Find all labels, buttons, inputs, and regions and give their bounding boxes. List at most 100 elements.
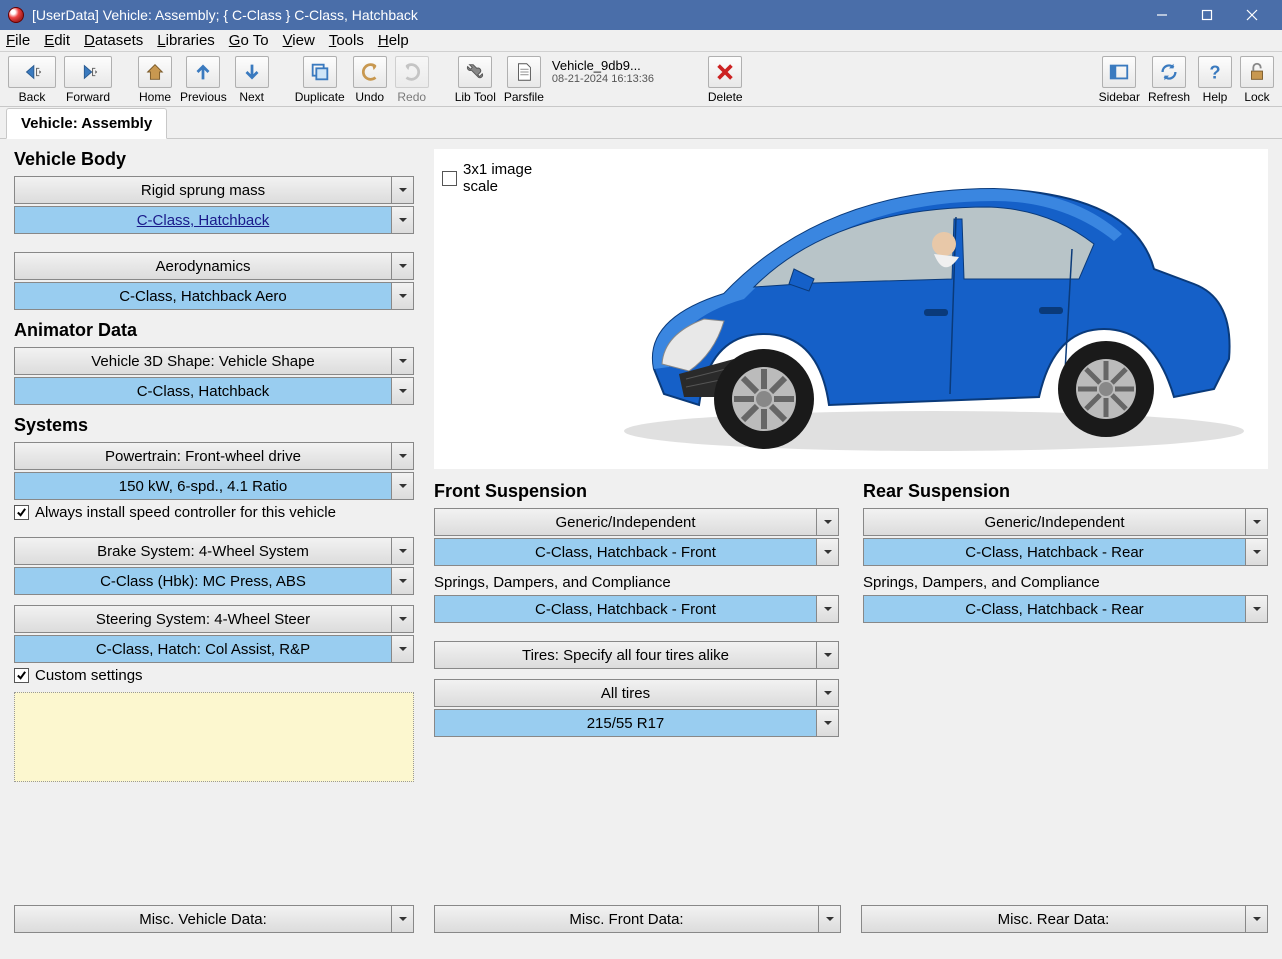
front-type-combo[interactable]: Generic/Independent (434, 508, 839, 536)
delete-button[interactable]: Delete (708, 56, 743, 104)
front-sdc-combo[interactable]: C-Class, Hatchback - Front (434, 595, 839, 623)
speed-controller-checkbox[interactable]: Always install speed controller for this… (14, 504, 414, 521)
left-panel: Vehicle Body Rigid sprung mass C-Class, … (14, 149, 414, 949)
front-suspension-heading: Front Suspension (434, 481, 839, 502)
tab-vehicle-assembly[interactable]: Vehicle: Assembly (6, 108, 167, 139)
lock-button[interactable]: Lock (1240, 56, 1274, 104)
parsfile-name: Vehicle_9db9... (552, 58, 662, 73)
menu-libraries[interactable]: Libraries (157, 32, 215, 49)
chevron-down-icon[interactable] (392, 206, 414, 234)
image-scale-checkbox[interactable]: 3x1 image scale (442, 161, 533, 195)
chevron-down-icon[interactable] (392, 567, 414, 595)
car-icon (594, 149, 1274, 469)
chevron-down-icon[interactable] (392, 537, 414, 565)
chevron-down-icon[interactable] (817, 508, 839, 536)
undo-button[interactable]: Undo (353, 56, 387, 104)
rear-sdc-label: Springs, Dampers, and Compliance (863, 574, 1268, 591)
rigid-sprung-value[interactable]: C-Class, Hatchback (14, 206, 414, 234)
chevron-down-icon[interactable] (1246, 905, 1268, 933)
right-panel: 3x1 image scale (434, 149, 1268, 949)
window-titlebar: [UserData] Vehicle: Assembly; { C-Class … (0, 0, 1282, 30)
menu-help[interactable]: Help (378, 32, 409, 49)
chevron-down-icon[interactable] (392, 282, 414, 310)
rigid-sprung-combo[interactable]: Rigid sprung mass (14, 176, 414, 204)
menu-goto[interactable]: Go To (229, 32, 269, 49)
powertrain-combo[interactable]: Powertrain: Front-wheel drive (14, 442, 414, 470)
content-area: Vehicle Body Rigid sprung mass C-Class, … (0, 139, 1282, 959)
tires-size-combo[interactable]: 215/55 R17 (434, 709, 839, 737)
steering-combo[interactable]: Steering System: 4-Wheel Steer (14, 605, 414, 633)
brake-value[interactable]: C-Class (Hbk): MC Press, ABS (14, 567, 414, 595)
chevron-down-icon[interactable] (817, 641, 839, 669)
steering-value[interactable]: C-Class, Hatch: Col Assist, R&P (14, 635, 414, 663)
previous-button[interactable]: Previous (180, 56, 227, 104)
custom-settings-textarea[interactable] (14, 692, 414, 782)
menu-bar: File Edit Datasets Libraries Go To View … (0, 30, 1282, 52)
chevron-down-icon[interactable] (817, 679, 839, 707)
chevron-down-icon[interactable] (392, 605, 414, 633)
parsfile-info: Vehicle_9db9... 08-21-2024 16:13:36 (552, 56, 662, 85)
chevron-down-icon[interactable] (817, 709, 839, 737)
menu-view[interactable]: View (283, 32, 315, 49)
forward-button[interactable]: Forward (64, 56, 112, 104)
parsfile-button[interactable]: Parsfile (504, 56, 544, 104)
rear-sdc-combo[interactable]: C-Class, Hatchback - Rear (863, 595, 1268, 623)
front-value-combo[interactable]: C-Class, Hatchback - Front (434, 538, 839, 566)
vehicle-preview: 3x1 image scale (434, 149, 1268, 469)
chevron-down-icon[interactable] (1246, 508, 1268, 536)
misc-front-combo[interactable]: Misc. Front Data: (434, 905, 841, 933)
window-title: [UserData] Vehicle: Assembly; { C-Class … (32, 7, 1139, 23)
aero-value[interactable]: C-Class, Hatchback Aero (14, 282, 414, 310)
tab-strip: Vehicle: Assembly (0, 107, 1282, 139)
rigid-sprung-label: Rigid sprung mass (14, 176, 392, 204)
chevron-down-icon[interactable] (1246, 538, 1268, 566)
chevron-down-icon[interactable] (392, 905, 414, 933)
tires-all-combo[interactable]: All tires (434, 679, 839, 707)
chevron-down-icon[interactable] (392, 472, 414, 500)
home-button[interactable]: Home (138, 56, 172, 104)
redo-button[interactable]: Redo (395, 56, 429, 104)
maximize-button[interactable] (1184, 0, 1229, 30)
menu-edit[interactable]: Edit (44, 32, 70, 49)
powertrain-value[interactable]: 150 kW, 6-spd., 4.1 Ratio (14, 472, 414, 500)
chevron-down-icon[interactable] (392, 377, 414, 405)
menu-file[interactable]: File (6, 32, 30, 49)
libtool-button[interactable]: Lib Tool (455, 56, 496, 104)
custom-settings-checkbox[interactable]: Custom settings (14, 667, 414, 684)
duplicate-button[interactable]: Duplicate (295, 56, 345, 104)
misc-rear-combo[interactable]: Misc. Rear Data: (861, 905, 1268, 933)
shape-value[interactable]: C-Class, Hatchback (14, 377, 414, 405)
chevron-down-icon[interactable] (392, 442, 414, 470)
toolbar: Back Forward Home Previous Next Duplicat… (0, 52, 1282, 107)
sidebar-button[interactable]: Sidebar (1099, 56, 1140, 104)
aero-combo[interactable]: Aerodynamics (14, 252, 414, 280)
chevron-down-icon[interactable] (392, 176, 414, 204)
chevron-down-icon[interactable] (817, 538, 839, 566)
help-button[interactable]: ? Help (1198, 56, 1232, 104)
menu-tools[interactable]: Tools (329, 32, 364, 49)
rear-type-combo[interactable]: Generic/Independent (863, 508, 1268, 536)
front-sdc-label: Springs, Dampers, and Compliance (434, 574, 839, 591)
chevron-down-icon[interactable] (392, 635, 414, 663)
svg-text:?: ? (1209, 61, 1220, 82)
misc-vehicle-combo[interactable]: Misc. Vehicle Data: (14, 905, 414, 933)
shape-combo[interactable]: Vehicle 3D Shape: Vehicle Shape (14, 347, 414, 375)
chevron-down-icon[interactable] (1246, 595, 1268, 623)
menu-datasets[interactable]: Datasets (84, 32, 143, 49)
chevron-down-icon[interactable] (819, 905, 841, 933)
close-button[interactable] (1229, 0, 1274, 30)
back-button[interactable]: Back (8, 56, 56, 104)
next-button[interactable]: Next (235, 56, 269, 104)
chevron-down-icon[interactable] (392, 252, 414, 280)
tires-spec-combo[interactable]: Tires: Specify all four tires alike (434, 641, 839, 669)
rear-suspension-panel: Rear Suspension Generic/Independent C-Cl… (863, 481, 1268, 739)
rear-value-combo[interactable]: C-Class, Hatchback - Rear (863, 538, 1268, 566)
minimize-button[interactable] (1139, 0, 1184, 30)
chevron-down-icon[interactable] (392, 347, 414, 375)
rigid-sprung-link[interactable]: C-Class, Hatchback (14, 206, 392, 234)
chevron-down-icon[interactable] (817, 595, 839, 623)
systems-heading: Systems (14, 415, 414, 436)
app-icon (8, 7, 24, 23)
refresh-button[interactable]: Refresh (1148, 56, 1190, 104)
brake-combo[interactable]: Brake System: 4-Wheel System (14, 537, 414, 565)
